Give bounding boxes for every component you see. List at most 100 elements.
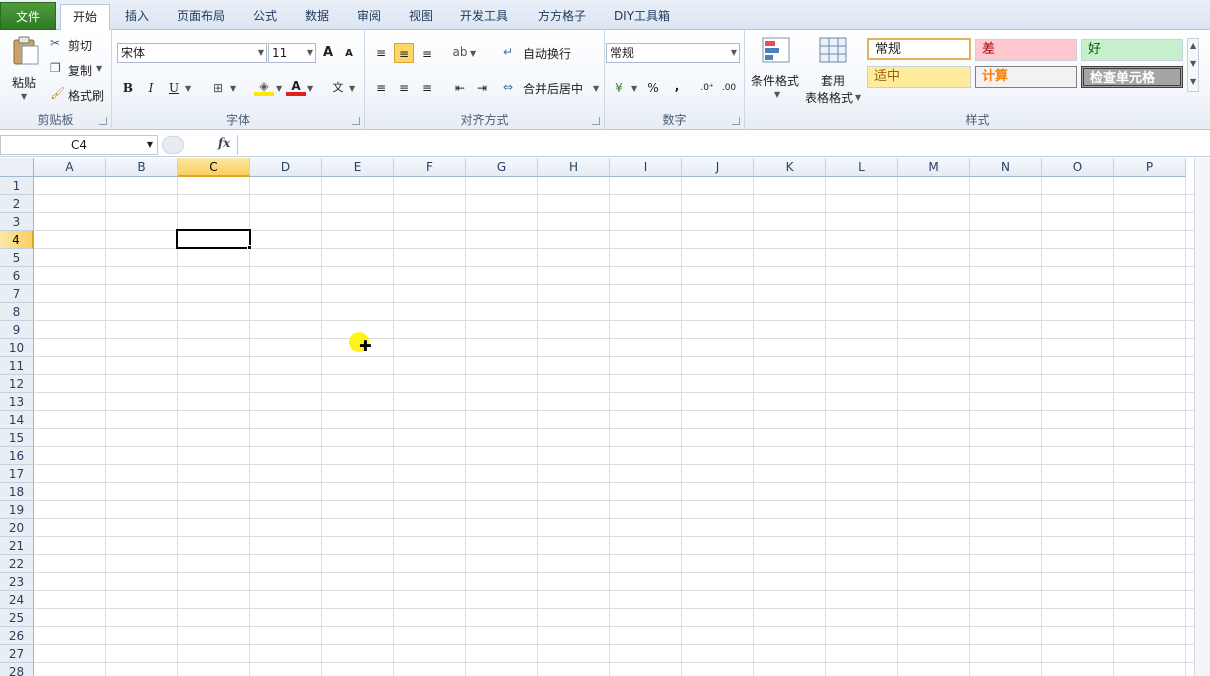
row-header-2[interactable]: 2 [0,195,34,213]
row-header-1[interactable]: 1 [0,177,34,195]
scroll-up-icon[interactable]: ▲ [1190,41,1196,50]
tab-data[interactable]: 数据 [296,4,338,30]
conditional-format-dropdown-icon[interactable]: ▼ [774,90,780,99]
align-top-icon[interactable]: ≡ [371,43,391,63]
font-name-select[interactable]: 宋体 ▼ [117,43,267,63]
column-header-m[interactable]: M [898,158,970,177]
shrink-font-button[interactable]: A [339,44,359,64]
borders-icon[interactable]: ⊞ [208,78,228,98]
percent-button[interactable]: % [643,78,663,98]
currency-icon[interactable]: ¥ [609,78,629,98]
alignment-launcher-icon[interactable] [592,117,600,125]
increase-indent-icon[interactable]: ⇥ [472,78,492,98]
column-header-b[interactable]: B [106,158,178,177]
column-header-n[interactable]: N [970,158,1042,177]
font-color-dropdown-icon[interactable]: ▼ [307,84,313,93]
column-header-h[interactable]: H [538,158,610,177]
active-cell[interactable] [176,229,251,249]
fill-handle[interactable] [247,245,252,250]
underline-button[interactable]: U [164,78,184,98]
italic-button[interactable]: I [141,78,161,98]
fill-color-dropdown-icon[interactable]: ▼ [276,84,282,93]
row-header-13[interactable]: 13 [0,393,34,411]
increase-decimal-icon[interactable]: .0⁺ [697,78,717,98]
tab-insert[interactable]: 插入 [116,4,158,30]
merge-center-button[interactable]: ⇔ 合并后居中 ▼ [503,78,603,98]
column-header-d[interactable]: D [250,158,322,177]
scroll-down-icon[interactable]: ▼ [1190,59,1196,68]
row-header-10[interactable]: 10 [0,339,34,357]
more-styles-icon[interactable]: ▼ [1190,77,1196,86]
column-header-j[interactable]: J [682,158,754,177]
font-launcher-icon[interactable] [352,117,360,125]
column-header-c[interactable]: C [178,158,250,177]
conditional-format-button[interactable]: 条件格式 ▼ [749,34,803,106]
clipboard-launcher-icon[interactable] [99,117,107,125]
decrease-indent-icon[interactable]: ⇤ [450,78,470,98]
tab-view[interactable]: 视图 [400,4,442,30]
align-center-icon[interactable]: ≡ [394,78,414,98]
tab-page-layout[interactable]: 页面布局 [170,4,232,30]
row-header-22[interactable]: 22 [0,555,34,573]
row-header-4[interactable]: 4 [0,231,34,249]
format-as-table-button[interactable]: 套用 表格格式 ▼ [803,34,863,106]
row-header-5[interactable]: 5 [0,249,34,267]
row-header-23[interactable]: 23 [0,573,34,591]
fill-color-icon[interactable]: ◈ [254,76,274,96]
currency-dropdown-icon[interactable]: ▼ [631,84,637,93]
tab-fangfanggezi[interactable]: 方方格子 [528,4,596,30]
row-header-14[interactable]: 14 [0,411,34,429]
tab-home[interactable]: 开始 [60,4,110,31]
align-middle-icon[interactable]: ≡ [394,43,414,63]
row-header-17[interactable]: 17 [0,465,34,483]
style-calculation[interactable]: 计算 [975,66,1077,88]
align-left-icon[interactable]: ≡ [371,78,391,98]
phonetic-dropdown-icon[interactable]: ▼ [349,84,355,93]
row-header-11[interactable]: 11 [0,357,34,375]
column-header-g[interactable]: G [466,158,538,177]
bold-button[interactable]: B [118,78,138,98]
column-header-o[interactable]: O [1042,158,1114,177]
row-header-18[interactable]: 18 [0,483,34,501]
number-format-select[interactable]: 常规 ▼ [606,43,740,63]
column-header-l[interactable]: L [826,158,898,177]
borders-dropdown-icon[interactable]: ▼ [230,84,236,93]
row-header-21[interactable]: 21 [0,537,34,555]
formula-bar-splitter[interactable] [162,136,184,154]
style-normal[interactable]: 常规 [867,38,971,60]
row-header-8[interactable]: 8 [0,303,34,321]
column-header-k[interactable]: K [754,158,826,177]
align-bottom-icon[interactable]: ≡ [417,44,437,64]
row-header-19[interactable]: 19 [0,501,34,519]
underline-dropdown-icon[interactable]: ▼ [185,84,191,93]
comma-button[interactable]: , [667,76,687,96]
style-check-cell[interactable]: 检查单元格 [1081,66,1183,88]
column-header-a[interactable]: A [34,158,106,177]
tab-diy-toolbox[interactable]: DIY工具箱 [604,4,680,30]
decrease-decimal-icon[interactable]: .00 [719,78,739,98]
row-header-24[interactable]: 24 [0,591,34,609]
insert-function-button[interactable]: fx [218,136,230,150]
align-right-icon[interactable]: ≡ [417,78,437,98]
paste-button[interactable]: 粘贴 ▼ [6,34,44,106]
copy-dropdown-icon[interactable]: ▼ [96,64,102,73]
column-header-i[interactable]: I [610,158,682,177]
grow-font-button[interactable]: A [318,43,338,63]
table-format-dropdown-icon[interactable]: ▼ [855,93,861,102]
row-header-7[interactable]: 7 [0,285,34,303]
font-size-select[interactable]: 11 ▼ [268,43,316,63]
row-header-12[interactable]: 12 [0,375,34,393]
orientation-dropdown-icon[interactable]: ▼ [470,49,476,58]
merge-dropdown-icon[interactable]: ▼ [593,84,599,93]
tab-file[interactable]: 文件 [0,2,56,30]
font-color-icon[interactable]: A [286,76,306,96]
row-header-28[interactable]: 28 [0,663,34,676]
row-header-26[interactable]: 26 [0,627,34,645]
number-launcher-icon[interactable] [732,117,740,125]
row-header-6[interactable]: 6 [0,267,34,285]
row-header-3[interactable]: 3 [0,213,34,231]
column-header-e[interactable]: E [322,158,394,177]
row-header-9[interactable]: 9 [0,321,34,339]
name-box[interactable]: C4 ▼ [0,135,158,155]
phonetic-icon[interactable]: 文 [328,78,348,98]
